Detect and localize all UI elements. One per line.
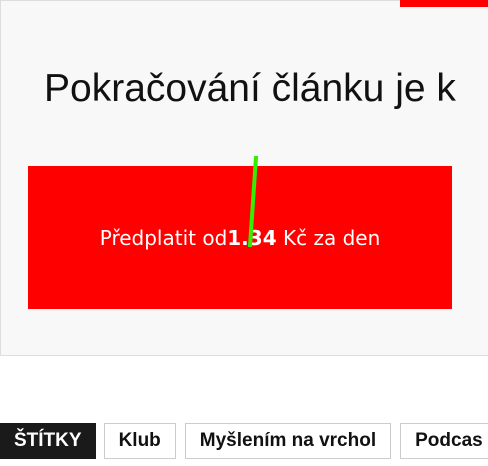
tags-label: ŠTÍTKY — [0, 423, 96, 459]
tag-myslenim-na-vrchol[interactable]: Myšlením na vrchol — [184, 423, 392, 459]
subscribe-suffix: Kč za den — [276, 225, 381, 250]
annotation-stroke-line — [248, 156, 258, 247]
paywall-heading: Pokračování článku je k — [44, 67, 456, 110]
subscribe-prefix: Předplatit od — [99, 225, 228, 250]
top-red-strip — [400, 0, 488, 7]
annotation-stroke-icon — [248, 156, 258, 247]
tag-klub[interactable]: Klub — [103, 423, 176, 459]
subscribe-button[interactable]: Předplatit od1.34 Kč za den — [28, 166, 452, 309]
tags-row: ŠTÍTKY Klub Myšlením na vrchol Podcas — [0, 423, 488, 459]
tag-podcast[interactable]: Podcas — [400, 423, 488, 459]
